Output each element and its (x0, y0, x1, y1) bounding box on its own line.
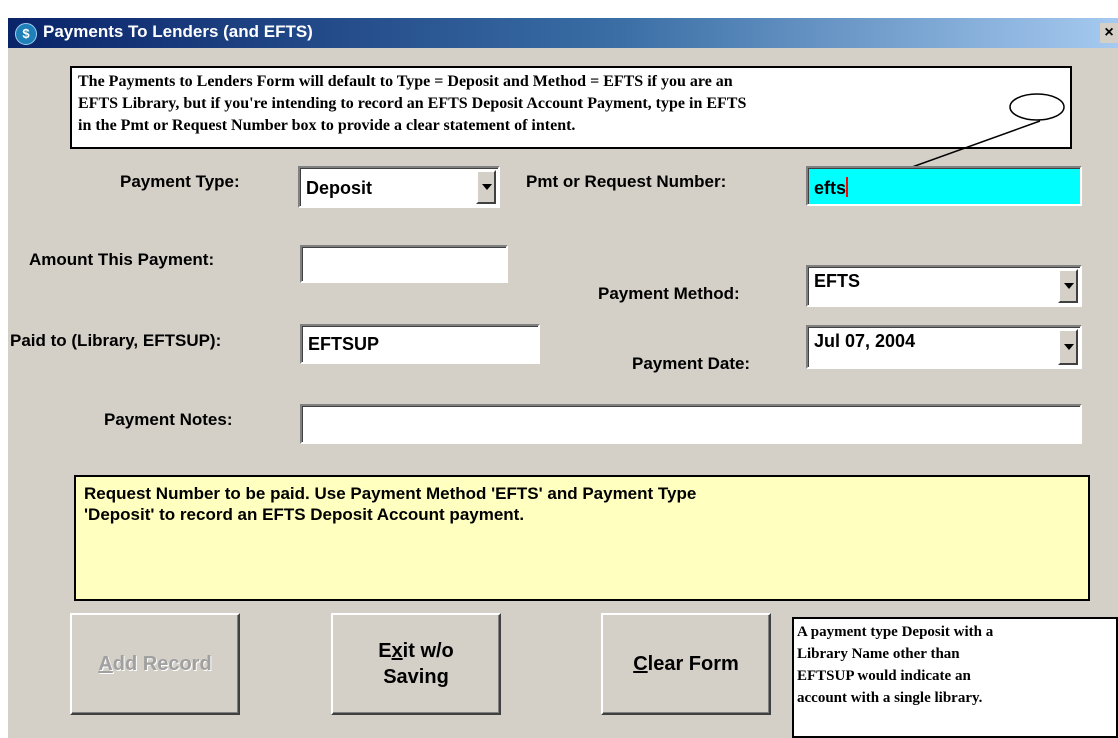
payment-method-dropdown-button[interactable] (1058, 269, 1078, 303)
paid-to-value: EFTSUP (308, 334, 380, 354)
pmt-request-label: Pmt or Request Number: (526, 172, 727, 191)
add-record-label: Add Record (98, 653, 212, 675)
exit-label-line-2: Saving (383, 666, 449, 688)
payment-method-value: EFTS (814, 271, 861, 291)
clear-form-label: Clear Form (633, 653, 739, 675)
payment-type-label: Payment Type: (120, 172, 240, 191)
text-cursor (846, 177, 849, 197)
clear-form-button[interactable]: Clear Form (601, 613, 771, 715)
chevron-down-icon (1064, 344, 1074, 350)
pmt-request-value: efts (814, 178, 847, 198)
payment-notes-label: Payment Notes: (104, 410, 233, 429)
efts-highlight-circle (1009, 93, 1065, 121)
payment-notes-input[interactable] (300, 404, 1082, 444)
payment-type-value: Deposit (306, 178, 373, 198)
payments-window: $ Payments To Lenders (and EFTS) × The P… (8, 18, 1118, 738)
amount-label: Amount This Payment: (29, 250, 215, 269)
payment-type-dropdown-button[interactable] (476, 170, 496, 204)
add-record-button[interactable]: Add Record (70, 613, 240, 715)
hint-line-1: Request Number to be paid. Use Payment M… (84, 484, 697, 503)
payment-date-select[interactable]: Jul 07, 2004 (806, 325, 1082, 369)
chevron-down-icon (482, 184, 492, 190)
paid-to-input[interactable]: EFTSUP (300, 324, 540, 364)
side-note-line-3: EFTSUP would indicate an (797, 668, 971, 684)
payment-date-dropdown-button[interactable] (1058, 329, 1078, 365)
paid-to-label: Paid to (Library, EFTSUP): (10, 331, 222, 350)
payment-method-label: Payment Method: (598, 284, 740, 303)
help-hint-box: Request Number to be paid. Use Payment M… (74, 475, 1090, 601)
side-note-line-4: account with a single library. (797, 690, 983, 706)
payment-method-select[interactable]: EFTS (806, 265, 1082, 307)
pmt-request-input[interactable]: efts (806, 166, 1082, 206)
payment-date-label: Payment Date: (632, 354, 751, 373)
exit-without-saving-button[interactable]: Exit w/o Saving (331, 613, 501, 715)
payment-date-value: Jul 07, 2004 (814, 331, 916, 351)
chevron-down-icon (1064, 283, 1074, 289)
payment-type-select[interactable]: Deposit (298, 166, 500, 208)
hint-line-2: 'Deposit' to record an EFTS Deposit Acco… (84, 505, 525, 524)
library-name-note: A payment type Deposit with a Library Na… (792, 617, 1118, 738)
side-note-line-1: A payment type Deposit with a (797, 624, 994, 640)
amount-input[interactable] (300, 245, 508, 283)
side-note-line-2: Library Name other than (797, 646, 960, 662)
exit-label-line-1: Exit w/o (378, 640, 454, 662)
